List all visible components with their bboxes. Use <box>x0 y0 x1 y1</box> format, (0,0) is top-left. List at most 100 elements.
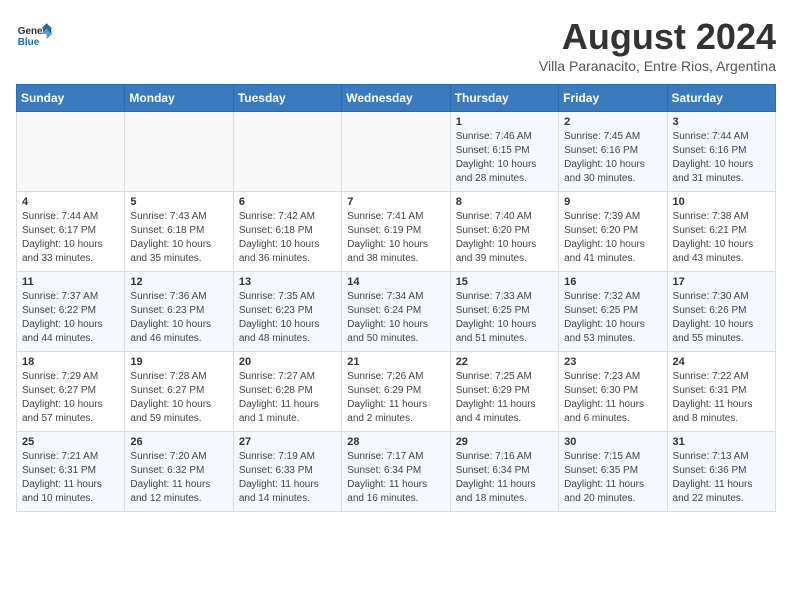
header: General Blue August 2024 Villa Paranacit… <box>16 16 776 74</box>
calendar-cell: 6 Sunrise: 7:42 AM Sunset: 6:18 PM Daylig… <box>233 192 341 272</box>
calendar-cell: 29 Sunrise: 7:16 AM Sunset: 6:34 PM Dayli… <box>450 432 558 512</box>
calendar-cell: 12 Sunrise: 7:36 AM Sunset: 6:23 PM Dayli… <box>125 272 233 352</box>
day-info: Sunrise: 7:44 AM Sunset: 6:16 PM Dayligh… <box>673 130 770 186</box>
day-number: 20 <box>239 356 336 368</box>
logo-icon: General Blue <box>16 16 52 52</box>
day-number: 22 <box>456 356 553 368</box>
day-info: Sunrise: 7:23 AM Sunset: 6:30 PM Dayligh… <box>564 370 661 426</box>
calendar-cell <box>233 112 341 192</box>
location-title: Villa Paranacito, Entre Rios, Argentina <box>539 58 776 74</box>
day-info: Sunrise: 7:43 AM Sunset: 6:18 PM Dayligh… <box>130 210 227 266</box>
day-info: Sunrise: 7:17 AM Sunset: 6:34 PM Dayligh… <box>347 450 444 506</box>
weekday-header-monday: Monday <box>125 85 233 112</box>
day-number: 2 <box>564 116 661 128</box>
day-info: Sunrise: 7:28 AM Sunset: 6:27 PM Dayligh… <box>130 370 227 426</box>
calendar-cell: 10 Sunrise: 7:38 AM Sunset: 6:21 PM Dayli… <box>667 192 775 272</box>
day-number: 21 <box>347 356 444 368</box>
day-number: 17 <box>673 276 770 288</box>
weekday-header-saturday: Saturday <box>667 85 775 112</box>
day-number: 5 <box>130 196 227 208</box>
day-number: 27 <box>239 436 336 448</box>
day-info: Sunrise: 7:21 AM Sunset: 6:31 PM Dayligh… <box>22 450 119 506</box>
day-info: Sunrise: 7:37 AM Sunset: 6:22 PM Dayligh… <box>22 290 119 346</box>
day-info: Sunrise: 7:45 AM Sunset: 6:16 PM Dayligh… <box>564 130 661 186</box>
weekday-header-tuesday: Tuesday <box>233 85 341 112</box>
day-info: Sunrise: 7:16 AM Sunset: 6:34 PM Dayligh… <box>456 450 553 506</box>
day-number: 13 <box>239 276 336 288</box>
day-number: 23 <box>564 356 661 368</box>
day-number: 10 <box>673 196 770 208</box>
day-number: 26 <box>130 436 227 448</box>
week-row-2: 4 Sunrise: 7:44 AM Sunset: 6:17 PM Daylig… <box>17 192 776 272</box>
weekday-header-wednesday: Wednesday <box>342 85 450 112</box>
calendar-cell: 21 Sunrise: 7:26 AM Sunset: 6:29 PM Dayli… <box>342 352 450 432</box>
calendar-cell: 31Sunrise: 7:13 AM Sunset: 6:36 PM Dayli… <box>667 432 775 512</box>
day-number: 6 <box>239 196 336 208</box>
day-number: 12 <box>130 276 227 288</box>
calendar-cell: 24 Sunrise: 7:22 AM Sunset: 6:31 PM Dayli… <box>667 352 775 432</box>
calendar-cell: 17 Sunrise: 7:30 AM Sunset: 6:26 PM Dayli… <box>667 272 775 352</box>
calendar-cell <box>125 112 233 192</box>
day-number: 14 <box>347 276 444 288</box>
day-number: 4 <box>22 196 119 208</box>
calendar-cell: 19 Sunrise: 7:28 AM Sunset: 6:27 PM Dayli… <box>125 352 233 432</box>
calendar-cell: 16 Sunrise: 7:32 AM Sunset: 6:25 PM Dayli… <box>559 272 667 352</box>
day-info: Sunrise: 7:29 AM Sunset: 6:27 PM Dayligh… <box>22 370 119 426</box>
week-row-5: 25 Sunrise: 7:21 AM Sunset: 6:31 PM Dayli… <box>17 432 776 512</box>
calendar-cell: 8 Sunrise: 7:40 AM Sunset: 6:20 PM Daylig… <box>450 192 558 272</box>
calendar-cell: 25 Sunrise: 7:21 AM Sunset: 6:31 PM Dayli… <box>17 432 125 512</box>
calendar-cell: 7 Sunrise: 7:41 AM Sunset: 6:19 PM Daylig… <box>342 192 450 272</box>
day-number: 8 <box>456 196 553 208</box>
calendar-cell: 15Sunrise: 7:33 AM Sunset: 6:25 PM Dayli… <box>450 272 558 352</box>
day-info: Sunrise: 7:40 AM Sunset: 6:20 PM Dayligh… <box>456 210 553 266</box>
month-title: August 2024 <box>539 16 776 58</box>
calendar-cell: 5 Sunrise: 7:43 AM Sunset: 6:18 PM Daylig… <box>125 192 233 272</box>
calendar-cell: 22Sunrise: 7:25 AM Sunset: 6:29 PM Dayli… <box>450 352 558 432</box>
day-info: Sunrise: 7:39 AM Sunset: 6:20 PM Dayligh… <box>564 210 661 266</box>
day-number: 29 <box>456 436 553 448</box>
day-info: Sunrise: 7:36 AM Sunset: 6:23 PM Dayligh… <box>130 290 227 346</box>
weekday-header-row: SundayMondayTuesdayWednesdayThursdayFrid… <box>17 85 776 112</box>
day-info: Sunrise: 7:13 AM Sunset: 6:36 PM Dayligh… <box>673 450 770 506</box>
day-info: Sunrise: 7:27 AM Sunset: 6:28 PM Dayligh… <box>239 370 336 426</box>
calendar-cell: 26 Sunrise: 7:20 AM Sunset: 6:32 PM Dayli… <box>125 432 233 512</box>
calendar-cell: 20 Sunrise: 7:27 AM Sunset: 6:28 PM Dayli… <box>233 352 341 432</box>
weekday-header-sunday: Sunday <box>17 85 125 112</box>
calendar-cell: 4 Sunrise: 7:44 AM Sunset: 6:17 PM Daylig… <box>17 192 125 272</box>
week-row-3: 11Sunrise: 7:37 AM Sunset: 6:22 PM Dayli… <box>17 272 776 352</box>
title-area: August 2024 Villa Paranacito, Entre Rios… <box>539 16 776 74</box>
day-info: Sunrise: 7:44 AM Sunset: 6:17 PM Dayligh… <box>22 210 119 266</box>
day-info: Sunrise: 7:38 AM Sunset: 6:21 PM Dayligh… <box>673 210 770 266</box>
calendar-cell: 23 Sunrise: 7:23 AM Sunset: 6:30 PM Dayli… <box>559 352 667 432</box>
calendar-cell: 1Sunrise: 7:46 AM Sunset: 6:15 PM Daylig… <box>450 112 558 192</box>
calendar-cell: 3 Sunrise: 7:44 AM Sunset: 6:16 PM Daylig… <box>667 112 775 192</box>
day-number: 3 <box>673 116 770 128</box>
calendar-cell: 9 Sunrise: 7:39 AM Sunset: 6:20 PM Daylig… <box>559 192 667 272</box>
calendar-cell: 11Sunrise: 7:37 AM Sunset: 6:22 PM Dayli… <box>17 272 125 352</box>
day-number: 16 <box>564 276 661 288</box>
calendar-cell: 27 Sunrise: 7:19 AM Sunset: 6:33 PM Dayli… <box>233 432 341 512</box>
day-info: Sunrise: 7:19 AM Sunset: 6:33 PM Dayligh… <box>239 450 336 506</box>
day-info: Sunrise: 7:15 AM Sunset: 6:35 PM Dayligh… <box>564 450 661 506</box>
day-info: Sunrise: 7:20 AM Sunset: 6:32 PM Dayligh… <box>130 450 227 506</box>
day-info: Sunrise: 7:42 AM Sunset: 6:18 PM Dayligh… <box>239 210 336 266</box>
day-number: 7 <box>347 196 444 208</box>
calendar-cell: 14Sunrise: 7:34 AM Sunset: 6:24 PM Dayli… <box>342 272 450 352</box>
svg-text:Blue: Blue <box>18 37 40 48</box>
day-number: 30 <box>564 436 661 448</box>
day-info: Sunrise: 7:35 AM Sunset: 6:23 PM Dayligh… <box>239 290 336 346</box>
day-number: 9 <box>564 196 661 208</box>
week-row-4: 18Sunrise: 7:29 AM Sunset: 6:27 PM Dayli… <box>17 352 776 432</box>
day-number: 25 <box>22 436 119 448</box>
calendar-cell <box>342 112 450 192</box>
day-info: Sunrise: 7:32 AM Sunset: 6:25 PM Dayligh… <box>564 290 661 346</box>
day-info: Sunrise: 7:22 AM Sunset: 6:31 PM Dayligh… <box>673 370 770 426</box>
logo: General Blue <box>16 16 52 52</box>
calendar-cell <box>17 112 125 192</box>
day-info: Sunrise: 7:30 AM Sunset: 6:26 PM Dayligh… <box>673 290 770 346</box>
day-number: 24 <box>673 356 770 368</box>
day-number: 19 <box>130 356 227 368</box>
day-info: Sunrise: 7:26 AM Sunset: 6:29 PM Dayligh… <box>347 370 444 426</box>
calendar-cell: 30 Sunrise: 7:15 AM Sunset: 6:35 PM Dayli… <box>559 432 667 512</box>
day-info: Sunrise: 7:41 AM Sunset: 6:19 PM Dayligh… <box>347 210 444 266</box>
